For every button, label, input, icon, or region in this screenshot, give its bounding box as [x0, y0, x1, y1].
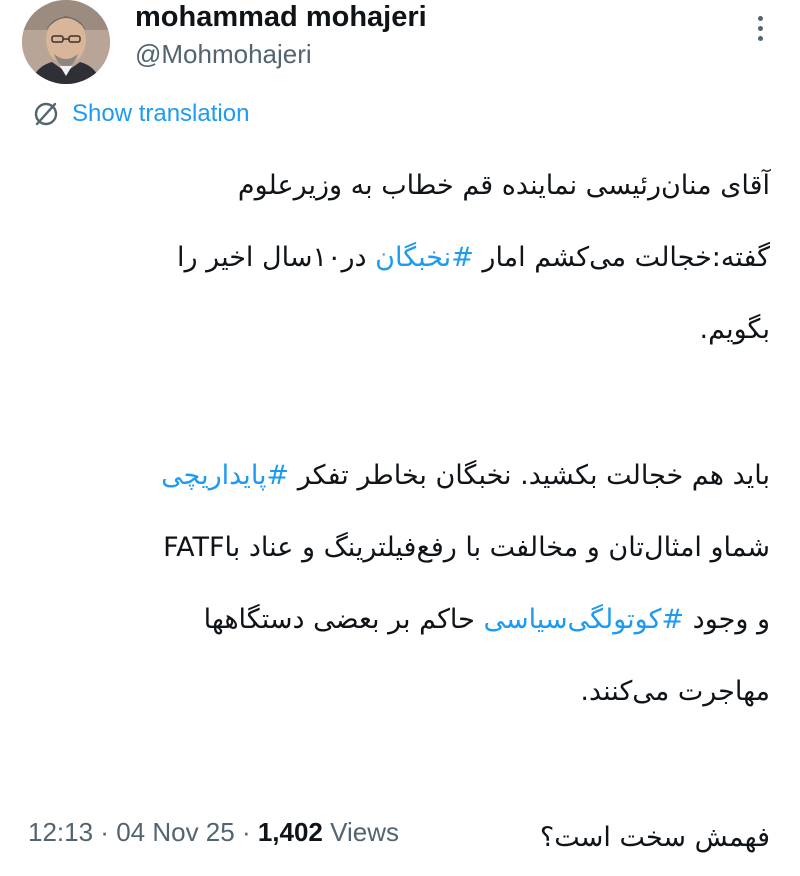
tweet-line: باید هم خجالت بکشید. نخبگان بخاطر تفکر #… [10, 440, 770, 512]
hashtag-link[interactable]: #کوتولگی‌سیاسی [483, 604, 684, 635]
meta-separator: · [93, 817, 117, 847]
show-translation-label: Show translation [72, 100, 250, 127]
avatar[interactable] [22, 0, 110, 84]
hashtag-link[interactable]: #نخبگان [375, 242, 474, 273]
tweet-metadata: 12:13 · 04 Nov 25 · 1,402 Views [28, 812, 399, 852]
tweet-time[interactable]: 12:13 [28, 817, 93, 847]
tweet-line: شماو امثال‌تان و مخالفت با رفع‌فیلترینگ … [163, 532, 770, 563]
tweet-line: گفته:خجالت می‌کشم امار #نخبگان در۱۰سال ا… [10, 222, 770, 294]
show-translation-link[interactable]: Show translation [32, 98, 249, 130]
views-label: Views [322, 817, 400, 847]
views-count: 1,402 [257, 817, 323, 847]
tweet-text-segment: و وجود [684, 604, 770, 635]
tweet-text-segment: گفته:خجالت می‌کشم امار [473, 242, 770, 273]
tweet-date[interactable]: 04 Nov 25 [116, 817, 235, 847]
author-display-name[interactable]: mohammad mohajeri [135, 0, 427, 34]
tweet-line: آقای منان‌رئیسی نماینده قم خطاب به وزیرع… [237, 170, 770, 201]
author-handle[interactable]: @Mohmohajeri [135, 38, 312, 70]
more-options-button[interactable] [748, 14, 774, 44]
tweet-text: آقای منان‌رئیسی نماینده قم خطاب به وزیرع… [10, 150, 770, 874]
avatar-photo [22, 0, 110, 84]
tweet-text-segment: باید هم خجالت بکشید. نخبگان بخاطر تفکر [289, 460, 770, 491]
tweet-line: بگویم. [699, 314, 770, 345]
tweet-text-segment: در۱۰سال اخیر را [177, 242, 376, 273]
tweet-line: و وجود #کوتولگی‌سیاسی حاکم بر بعضی دستگا… [10, 584, 770, 656]
hashtag-link[interactable]: #پایداریچی [161, 460, 289, 491]
globe-slash-icon [34, 102, 58, 126]
tweet-header: mohammad mohajeri @Mohmohajeri [0, 0, 800, 90]
tweet-text-segment: حاکم بر بعضی دستگاهها [203, 604, 484, 635]
tweet-line: مهاجرت می‌کنند. [580, 676, 770, 707]
meta-separator: · [234, 817, 258, 847]
